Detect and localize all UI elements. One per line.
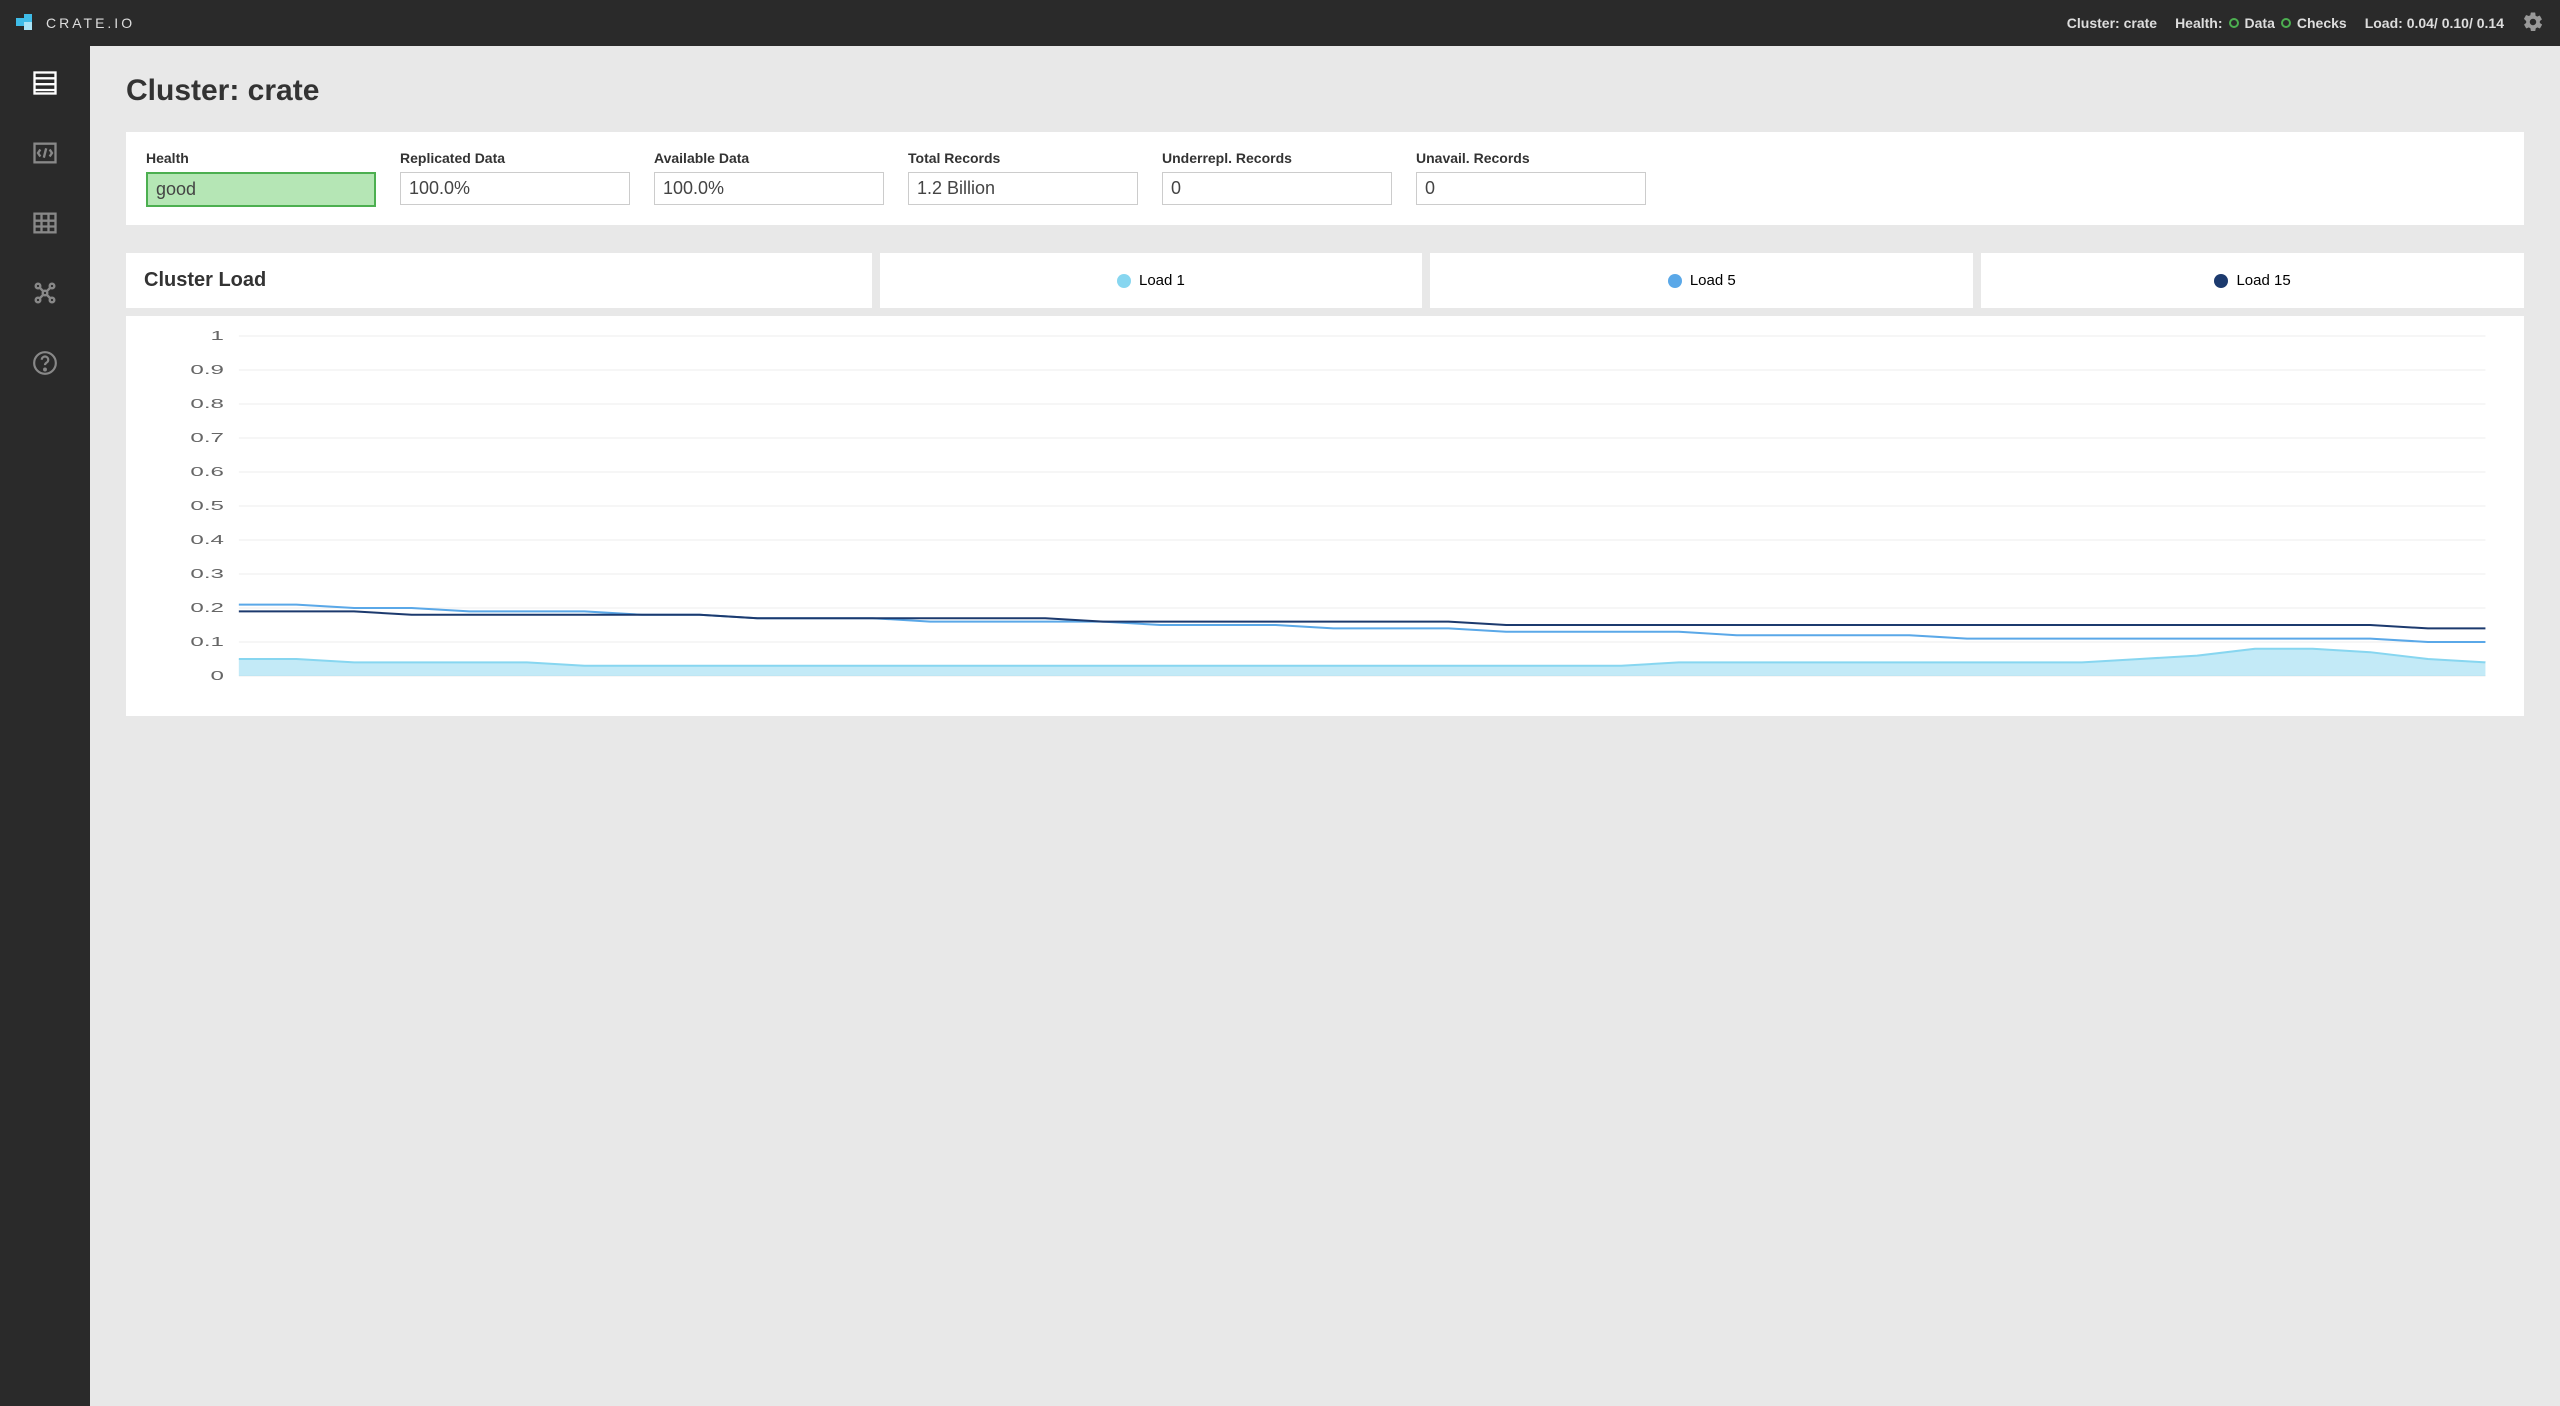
health-checks-dot-icon: [2281, 18, 2291, 28]
stat-label: Underrepl. Records: [1162, 150, 1392, 166]
svg-text:0.1: 0.1: [190, 635, 224, 650]
load-label: Load:: [2365, 15, 2403, 31]
legend-item-load5[interactable]: Load 5: [1430, 253, 1973, 308]
stat-label: Total Records: [908, 150, 1138, 166]
stat-unavail: Unavail. Records 0: [1416, 150, 1646, 207]
svg-text:1: 1: [211, 329, 224, 344]
stat-value: 100.0%: [654, 172, 884, 205]
legend-item-load1[interactable]: Load 1: [880, 253, 1423, 308]
header-cluster: Cluster: crate: [2067, 15, 2157, 31]
stats-card: Health good Replicated Data 100.0% Avail…: [126, 132, 2524, 225]
cluster-label: Cluster:: [2067, 15, 2120, 31]
main-content: Cluster: crate Health good Replicated Da…: [90, 46, 2560, 1406]
legend-dot-icon: [1668, 274, 1682, 288]
header-load: Load: 0.04/ 0.10/ 0.14: [2365, 15, 2504, 31]
stat-value: 0: [1162, 172, 1392, 205]
load-values: 0.04/ 0.10/ 0.14: [2407, 15, 2504, 31]
stat-value: 0: [1416, 172, 1646, 205]
svg-text:0.6: 0.6: [190, 465, 224, 480]
header-health: Health: Data Checks: [2175, 15, 2347, 31]
stat-value: 1.2 Billion: [908, 172, 1138, 205]
sidebar-item-overview[interactable]: [28, 66, 62, 100]
svg-text:0.3: 0.3: [190, 567, 224, 582]
chart-card: 0 0.1 0.2 0.3 0.4 0.5 0.6 0.7 0.8 0.9 1: [126, 316, 2524, 716]
top-header: CRATE.IO Cluster: crate Health: Data Che…: [0, 0, 2560, 46]
legend-label: Load 5: [1690, 272, 1736, 289]
stat-health: Health good: [146, 150, 376, 207]
health-label: Health:: [2175, 15, 2222, 31]
legend-dot-icon: [1117, 274, 1131, 288]
stat-label: Unavail. Records: [1416, 150, 1646, 166]
stat-underrepl: Underrepl. Records 0: [1162, 150, 1392, 207]
cluster-name: crate: [2124, 15, 2157, 31]
chart-title-card: Cluster Load: [126, 253, 872, 308]
logo-text: CRATE.IO: [46, 15, 135, 31]
sidebar-item-cluster[interactable]: [28, 276, 62, 310]
cluster-load-chart: 0 0.1 0.2 0.3 0.4 0.5 0.6 0.7 0.8 0.9 1: [146, 326, 2504, 686]
chart-title: Cluster Load: [144, 269, 266, 292]
stat-replicated: Replicated Data 100.0%: [400, 150, 630, 207]
svg-text:0.2: 0.2: [190, 601, 224, 616]
sidebar-item-help[interactable]: [28, 346, 62, 380]
stat-label: Available Data: [654, 150, 884, 166]
legend-item-load15[interactable]: Load 15: [1981, 253, 2524, 308]
stat-label: Replicated Data: [400, 150, 630, 166]
stat-available: Available Data 100.0%: [654, 150, 884, 207]
svg-text:0.7: 0.7: [190, 431, 224, 446]
settings-gear-icon[interactable]: [2522, 11, 2544, 36]
svg-text:0.8: 0.8: [190, 397, 224, 412]
page-title: Cluster: crate: [126, 74, 2524, 108]
sidebar-item-tables[interactable]: [28, 206, 62, 240]
legend-label: Load 15: [2236, 272, 2290, 289]
stat-value: 100.0%: [400, 172, 630, 205]
stat-total-records: Total Records 1.2 Billion: [908, 150, 1138, 207]
legend-dot-icon: [2214, 274, 2228, 288]
chart-wrapper: 0 0.1 0.2 0.3 0.4 0.5 0.6 0.7 0.8 0.9 1: [146, 326, 2504, 686]
stat-value: good: [146, 172, 376, 207]
sidebar: [0, 46, 90, 1406]
sidebar-item-console[interactable]: [28, 136, 62, 170]
svg-text:0.4: 0.4: [190, 533, 224, 548]
svg-text:0: 0: [211, 669, 225, 684]
health-data-label: Data: [2245, 15, 2275, 31]
logo-icon: [16, 12, 38, 34]
health-checks-label: Checks: [2297, 15, 2347, 31]
health-data-dot-icon: [2229, 18, 2239, 28]
logo[interactable]: CRATE.IO: [16, 12, 135, 34]
legend-label: Load 1: [1139, 272, 1185, 289]
svg-text:0.9: 0.9: [190, 363, 224, 378]
svg-text:0.5: 0.5: [190, 499, 224, 514]
stat-label: Health: [146, 150, 376, 166]
chart-legend-row: Cluster Load Load 1 Load 5 Load 15: [126, 253, 2524, 308]
